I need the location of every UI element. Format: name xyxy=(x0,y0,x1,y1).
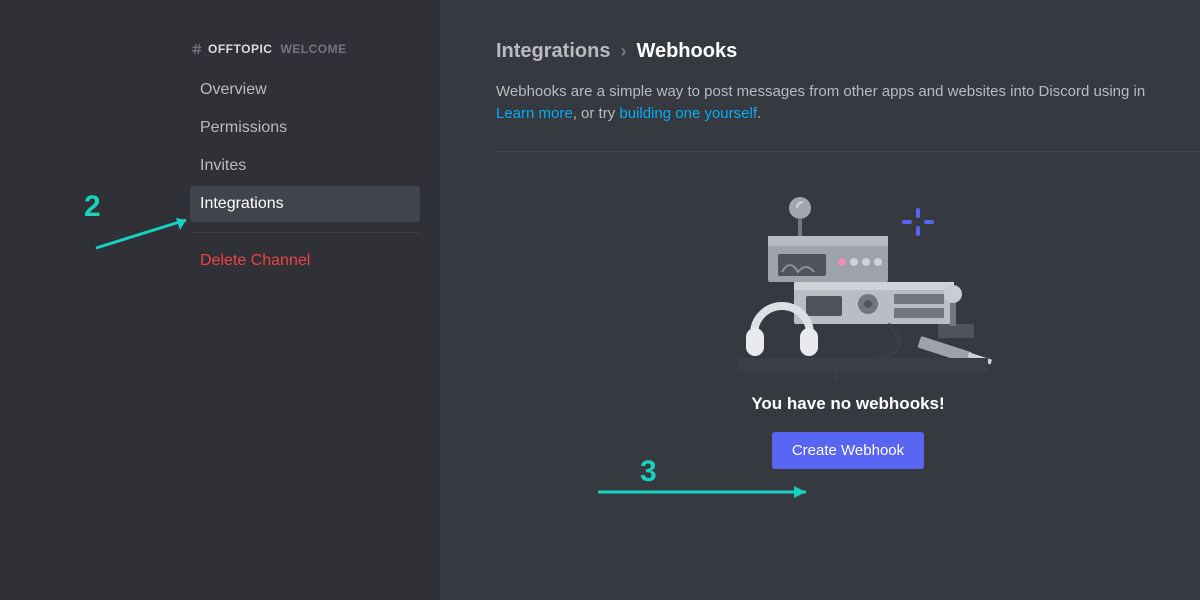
empty-state-heading: You have no webhooks! xyxy=(751,394,944,414)
sidebar-item-label: Delete Channel xyxy=(200,252,310,269)
webhooks-empty-state: You have no webhooks! Create Webhook xyxy=(496,180,1200,469)
main-content: Integrations › Webhooks Webhooks are a s… xyxy=(440,0,1200,600)
webhooks-description: Webhooks are a simple way to post messag… xyxy=(496,81,1200,125)
learn-more-link[interactable]: Learn more xyxy=(496,105,573,122)
sidebar-item-label: Permissions xyxy=(200,119,287,136)
sidebar-header: OFFTOPIC WELCOME xyxy=(190,40,420,58)
button-label: Create Webhook xyxy=(792,442,904,459)
sidebar-item-permissions[interactable]: Permissions xyxy=(190,110,420,146)
sidebar-item-delete-channel[interactable]: Delete Channel xyxy=(190,243,420,279)
empty-illustration xyxy=(698,180,998,380)
description-text-2: , or try xyxy=(573,105,620,122)
build-yourself-link[interactable]: building one yourself xyxy=(619,105,757,122)
sidebar-item-label: Overview xyxy=(200,81,267,98)
sidebar-item-integrations[interactable]: Integrations xyxy=(190,186,420,222)
sidebar-divider xyxy=(190,232,420,233)
hash-icon xyxy=(190,42,204,56)
sidebar-item-label: Invites xyxy=(200,157,246,174)
settings-sidebar: OFFTOPIC WELCOME Overview Permissions In… xyxy=(0,0,440,600)
create-webhook-button[interactable]: Create Webhook xyxy=(772,432,924,469)
description-text-1: Webhooks are a simple way to post messag… xyxy=(496,83,1145,100)
sidebar-item-overview[interactable]: Overview xyxy=(190,72,420,108)
sidebar-item-label: Integrations xyxy=(200,195,284,212)
channel-name: OFFTOPIC xyxy=(208,42,272,56)
breadcrumb-parent[interactable]: Integrations xyxy=(496,40,610,63)
sidebar-item-invites[interactable]: Invites xyxy=(190,148,420,184)
content-divider xyxy=(496,151,1200,152)
chevron-right-icon: › xyxy=(620,41,626,62)
breadcrumb: Integrations › Webhooks xyxy=(496,40,1200,63)
breadcrumb-current: Webhooks xyxy=(636,40,737,63)
section-label: WELCOME xyxy=(280,42,346,56)
description-text-3: . xyxy=(757,105,761,122)
